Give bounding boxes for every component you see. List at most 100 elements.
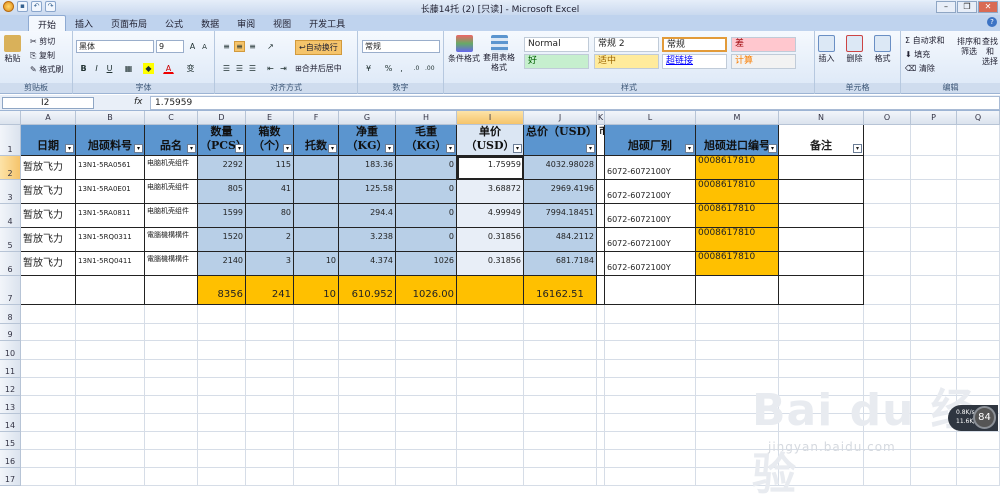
filter-dropdown-icon[interactable]: ▾ bbox=[513, 144, 522, 153]
tab-formulas[interactable]: 公式 bbox=[156, 15, 192, 31]
filter-dropdown-icon[interactable]: ▾ bbox=[134, 144, 143, 153]
cell-J10[interactable] bbox=[524, 341, 597, 360]
cell-pallets[interactable]: 10 bbox=[294, 252, 339, 276]
cell-import-no[interactable]: 0008617810 bbox=[696, 228, 779, 252]
column-header-F[interactable]: F bbox=[294, 111, 339, 125]
percent-button[interactable]: % bbox=[383, 63, 394, 74]
row-header-10[interactable]: 10 bbox=[0, 341, 21, 360]
cell-O3[interactable] bbox=[864, 180, 911, 204]
cell-Q3[interactable] bbox=[957, 180, 1000, 204]
cell-H12[interactable] bbox=[396, 378, 457, 396]
align-middle-icon[interactable]: ≡ bbox=[234, 41, 245, 52]
font-color-icon[interactable]: A bbox=[163, 63, 174, 74]
cell-part-no[interactable]: 13N1-5RQ0411 bbox=[76, 252, 145, 276]
cell-E16[interactable] bbox=[246, 450, 294, 468]
cell-B15[interactable] bbox=[76, 432, 145, 450]
cell-J14[interactable] bbox=[524, 414, 597, 432]
cell-factory[interactable]: 6072-6072100Y bbox=[605, 252, 696, 276]
cell-gross-weight[interactable]: 0 bbox=[396, 204, 457, 228]
font-name-select[interactable]: 黑体 bbox=[76, 40, 154, 53]
cell-D8[interactable] bbox=[198, 305, 246, 324]
wrap-text-button[interactable]: ↩自动换行 bbox=[295, 40, 342, 55]
cell-E9[interactable] bbox=[246, 324, 294, 341]
cell-C8[interactable] bbox=[145, 305, 198, 324]
format-cells-button[interactable]: 格式 bbox=[874, 35, 891, 64]
formula-input[interactable]: 1.75959 bbox=[150, 96, 1000, 110]
bold-button[interactable]: B bbox=[78, 63, 89, 74]
total-M[interactable] bbox=[696, 276, 779, 305]
delete-cells-button[interactable]: 删除 bbox=[846, 35, 863, 64]
total-qty[interactable]: 8356 bbox=[198, 276, 246, 305]
total-unit[interactable] bbox=[457, 276, 524, 305]
help-icon[interactable]: ? bbox=[987, 17, 997, 27]
header-G[interactable]: 净重（KG） ▾ bbox=[339, 125, 396, 156]
cell-I8[interactable] bbox=[457, 305, 524, 324]
cell-K8[interactable] bbox=[597, 305, 605, 324]
conditional-format-button[interactable]: 条件格式 bbox=[448, 35, 480, 64]
cell-P7[interactable] bbox=[911, 276, 957, 305]
cell-J17[interactable] bbox=[524, 468, 597, 486]
row-header-15[interactable]: 15 bbox=[0, 432, 21, 450]
filter-dropdown-icon[interactable]: ▾ bbox=[853, 144, 862, 153]
cell-O5[interactable] bbox=[864, 228, 911, 252]
cell-B16[interactable] bbox=[76, 450, 145, 468]
cell-Q4[interactable] bbox=[957, 204, 1000, 228]
cell-O7[interactable] bbox=[864, 276, 911, 305]
cell-L17[interactable] bbox=[605, 468, 696, 486]
cell-H10[interactable] bbox=[396, 341, 457, 360]
cell-F10[interactable] bbox=[294, 341, 339, 360]
align-center-icon[interactable]: ☰ bbox=[234, 63, 245, 74]
filter-dropdown-icon[interactable]: ▾ bbox=[328, 144, 337, 153]
header-A[interactable]: 日期 ▾ bbox=[21, 125, 76, 156]
select-all-corner[interactable] bbox=[0, 111, 21, 125]
cell-C10[interactable] bbox=[145, 341, 198, 360]
cell-remark[interactable] bbox=[779, 228, 864, 252]
cut-button[interactable]: ✂ 剪切 bbox=[30, 36, 55, 47]
cell-E11[interactable] bbox=[246, 360, 294, 378]
cell-B10[interactable] bbox=[76, 341, 145, 360]
cell-K13[interactable] bbox=[597, 396, 605, 414]
cell-C14[interactable] bbox=[145, 414, 198, 432]
cell-boxes[interactable]: 2 bbox=[246, 228, 294, 252]
cell-A17[interactable] bbox=[21, 468, 76, 486]
cell-Q9[interactable] bbox=[957, 324, 1000, 341]
cell-product-name[interactable]: 電腦機構構件 bbox=[145, 252, 198, 276]
cell-qty[interactable]: 805 bbox=[198, 180, 246, 204]
cell-F15[interactable] bbox=[294, 432, 339, 450]
cell-F17[interactable] bbox=[294, 468, 339, 486]
cell-O8[interactable] bbox=[864, 305, 911, 324]
row-header-6[interactable]: 6 bbox=[0, 252, 21, 276]
column-header-A[interactable]: A bbox=[21, 111, 76, 125]
cell-Q1[interactable] bbox=[957, 125, 1000, 156]
cell-B13[interactable] bbox=[76, 396, 145, 414]
close-button[interactable]: ✕ bbox=[978, 1, 998, 13]
cell-date[interactable]: 暂放飞力 bbox=[21, 228, 76, 252]
cell-unit-price[interactable]: 1.75959 bbox=[457, 156, 524, 180]
align-right-icon[interactable]: ☰ bbox=[247, 63, 258, 74]
cell-part-no[interactable]: 13N1-5RA0811 bbox=[76, 204, 145, 228]
cell-qty[interactable]: 2140 bbox=[198, 252, 246, 276]
tab-review[interactable]: 审阅 bbox=[228, 15, 264, 31]
cell-part-no[interactable]: 13N1-5RA0561 bbox=[76, 156, 145, 180]
phonetic-button[interactable]: 变 bbox=[185, 63, 196, 74]
cell-product-name[interactable]: 电脑机壳组件 bbox=[145, 156, 198, 180]
minimize-button[interactable]: – bbox=[936, 1, 956, 13]
total-gross[interactable]: 1026.00 bbox=[396, 276, 457, 305]
cell-P5[interactable] bbox=[911, 228, 957, 252]
cell-total-price[interactable]: 4032.98028 bbox=[524, 156, 597, 180]
name-box[interactable]: I2 bbox=[2, 97, 94, 109]
column-header-N[interactable]: N bbox=[779, 111, 864, 125]
cell-gross-weight[interactable]: 0 bbox=[396, 228, 457, 252]
cell-remark[interactable] bbox=[779, 156, 864, 180]
cell-J8[interactable] bbox=[524, 305, 597, 324]
cell-L14[interactable] bbox=[605, 414, 696, 432]
format-as-table-button[interactable]: 套用表格格式 bbox=[481, 35, 517, 73]
column-header-E[interactable]: E bbox=[246, 111, 294, 125]
filter-dropdown-icon[interactable]: ▾ bbox=[446, 144, 455, 153]
cell-A9[interactable] bbox=[21, 324, 76, 341]
cell-net-weight[interactable]: 4.374 bbox=[339, 252, 396, 276]
cell-Q7[interactable] bbox=[957, 276, 1000, 305]
decrease-decimal-icon[interactable]: .00 bbox=[424, 63, 435, 74]
cell-H9[interactable] bbox=[396, 324, 457, 341]
column-header-L[interactable]: L bbox=[605, 111, 696, 125]
